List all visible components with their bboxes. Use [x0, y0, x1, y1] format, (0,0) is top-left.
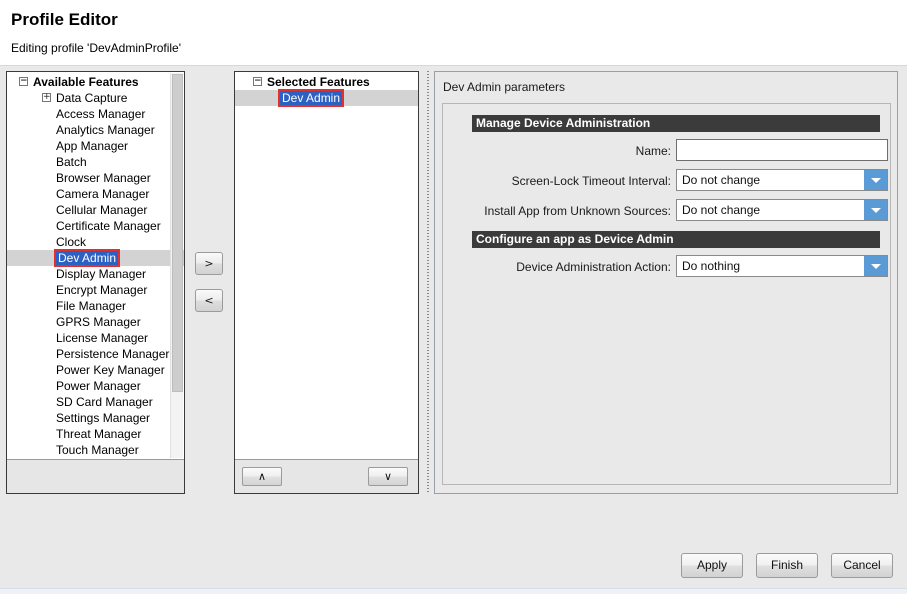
window-bottom-strip: [0, 588, 907, 594]
available-feature-label: Batch: [56, 155, 87, 169]
move-up-button[interactable]: ∧: [242, 467, 282, 486]
available-feature-label: Threat Manager: [56, 427, 141, 441]
section-header: Configure an app as Device Admin: [472, 231, 880, 248]
available-feature-label-selected: Dev Admin: [56, 251, 118, 265]
available-feature-item[interactable]: Dev Admin: [7, 250, 184, 266]
dropdown-value: Do not change: [682, 170, 760, 190]
available-features-scrollbar[interactable]: [170, 73, 183, 458]
selected-feature-item[interactable]: Dev Admin: [235, 90, 418, 106]
available-feature-item[interactable]: Settings Manager: [7, 410, 184, 426]
available-feature-item[interactable]: Cellular Manager: [7, 202, 184, 218]
available-feature-item[interactable]: Access Manager: [7, 106, 184, 122]
cancel-button[interactable]: Cancel: [831, 553, 893, 578]
available-feature-item[interactable]: Certificate Manager: [7, 218, 184, 234]
selected-features-footer: ∧ ∨: [235, 459, 418, 493]
apply-button[interactable]: Apply: [681, 553, 743, 578]
field-label: Name:: [443, 143, 671, 159]
parameters-form: Manage Device Administration Name: Screen-…: [442, 103, 891, 485]
dropdown-value: Do not change: [682, 200, 760, 220]
available-feature-label: GPRS Manager: [56, 315, 141, 329]
available-feature-item[interactable]: Power Manager: [7, 378, 184, 394]
available-feature-label: File Manager: [56, 299, 126, 313]
tree-group-label: Data Capture: [56, 91, 127, 105]
available-feature-label: Clock: [56, 235, 86, 249]
chevron-down-icon[interactable]: [864, 170, 887, 190]
available-feature-item[interactable]: SD Card Manager: [7, 394, 184, 410]
move-down-button[interactable]: ∨: [368, 467, 408, 486]
chevron-down-icon[interactable]: [864, 256, 887, 276]
remove-feature-button[interactable]: <: [195, 289, 223, 312]
page-header: Profile Editor Editing profile 'DevAdmin…: [0, 0, 907, 66]
field-label: Install App from Unknown Sources:: [443, 203, 671, 219]
available-features-panel: −Available Features + Data Capture Access M…: [6, 71, 185, 494]
available-features-footer: [7, 459, 184, 493]
field-label: Screen-Lock Timeout Interval:: [443, 173, 671, 189]
available-feature-item[interactable]: Touch Manager: [7, 442, 184, 458]
available-features-root[interactable]: −Available Features: [7, 74, 184, 90]
available-feature-label: Browser Manager: [56, 171, 151, 185]
add-feature-button[interactable]: >: [195, 252, 223, 275]
scrollbar-thumb[interactable]: [172, 74, 183, 392]
dropdown-value: Do nothing: [682, 256, 740, 276]
available-feature-item[interactable]: Power Key Manager: [7, 362, 184, 378]
available-feature-label: Touch Manager: [56, 443, 139, 457]
available-feature-label: Power Key Manager: [56, 363, 165, 377]
available-feature-item[interactable]: Encrypt Manager: [7, 282, 184, 298]
available-feature-item[interactable]: Clock: [7, 234, 184, 250]
finish-button[interactable]: Finish: [756, 553, 818, 578]
available-feature-label: App Manager: [56, 139, 128, 153]
available-feature-item[interactable]: Camera Manager: [7, 186, 184, 202]
available-feature-label: Persistence Manager: [56, 347, 169, 361]
collapse-icon[interactable]: −: [19, 77, 28, 86]
selected-features-tree[interactable]: −Selected FeaturesDev Admin: [235, 72, 418, 459]
section-header: Manage Device Administration: [472, 115, 880, 132]
available-feature-label: Settings Manager: [56, 411, 150, 425]
available-feature-item[interactable]: Browser Manager: [7, 170, 184, 186]
selected-features-panel: −Selected FeaturesDev Admin ∧ ∨: [234, 71, 419, 494]
available-feature-item[interactable]: Analytics Manager: [7, 122, 184, 138]
name-input[interactable]: [676, 139, 888, 161]
available-feature-label: Access Manager: [56, 107, 145, 121]
dropdown-select[interactable]: Do nothing: [676, 255, 888, 277]
available-feature-label: Analytics Manager: [56, 123, 155, 137]
available-feature-label: Certificate Manager: [56, 219, 161, 233]
tree-group-data-capture[interactable]: + Data Capture: [7, 90, 184, 106]
parameters-panel: Dev Admin parameters Manage Device Admin…: [434, 71, 898, 494]
available-features-tree[interactable]: −Available Features + Data Capture Access M…: [7, 72, 184, 459]
tree-root-label: Available Features: [33, 75, 139, 89]
panel-splitter[interactable]: [424, 71, 432, 494]
tree-root-label: Selected Features: [267, 75, 370, 89]
available-feature-label: Display Manager: [56, 267, 146, 281]
field-label: Device Administration Action:: [443, 259, 671, 275]
available-feature-item[interactable]: Batch: [7, 154, 184, 170]
available-feature-label: Camera Manager: [56, 187, 149, 201]
available-feature-item[interactable]: GPRS Manager: [7, 314, 184, 330]
available-feature-label: Power Manager: [56, 379, 141, 393]
available-feature-item[interactable]: Threat Manager: [7, 426, 184, 442]
selected-features-root[interactable]: −Selected Features: [235, 74, 418, 90]
available-feature-item[interactable]: Display Manager: [7, 266, 184, 282]
page-title: Profile Editor: [11, 10, 118, 30]
expand-icon[interactable]: +: [42, 93, 51, 102]
dropdown-select[interactable]: Do not change: [676, 169, 888, 191]
available-feature-label: Cellular Manager: [56, 203, 147, 217]
available-feature-item[interactable]: App Manager: [7, 138, 184, 154]
collapse-icon[interactable]: −: [253, 77, 262, 86]
available-feature-item[interactable]: License Manager: [7, 330, 184, 346]
dropdown-select[interactable]: Do not change: [676, 199, 888, 221]
available-feature-label: SD Card Manager: [56, 395, 153, 409]
available-feature-label: Encrypt Manager: [56, 283, 147, 297]
page-subtitle: Editing profile 'DevAdminProfile': [11, 41, 181, 55]
selected-feature-label-selected: Dev Admin: [280, 91, 342, 105]
available-feature-item[interactable]: File Manager: [7, 298, 184, 314]
available-feature-item[interactable]: Persistence Manager: [7, 346, 184, 362]
available-feature-label: License Manager: [56, 331, 148, 345]
parameters-title: Dev Admin parameters: [443, 80, 565, 94]
chevron-down-icon[interactable]: [864, 200, 887, 220]
